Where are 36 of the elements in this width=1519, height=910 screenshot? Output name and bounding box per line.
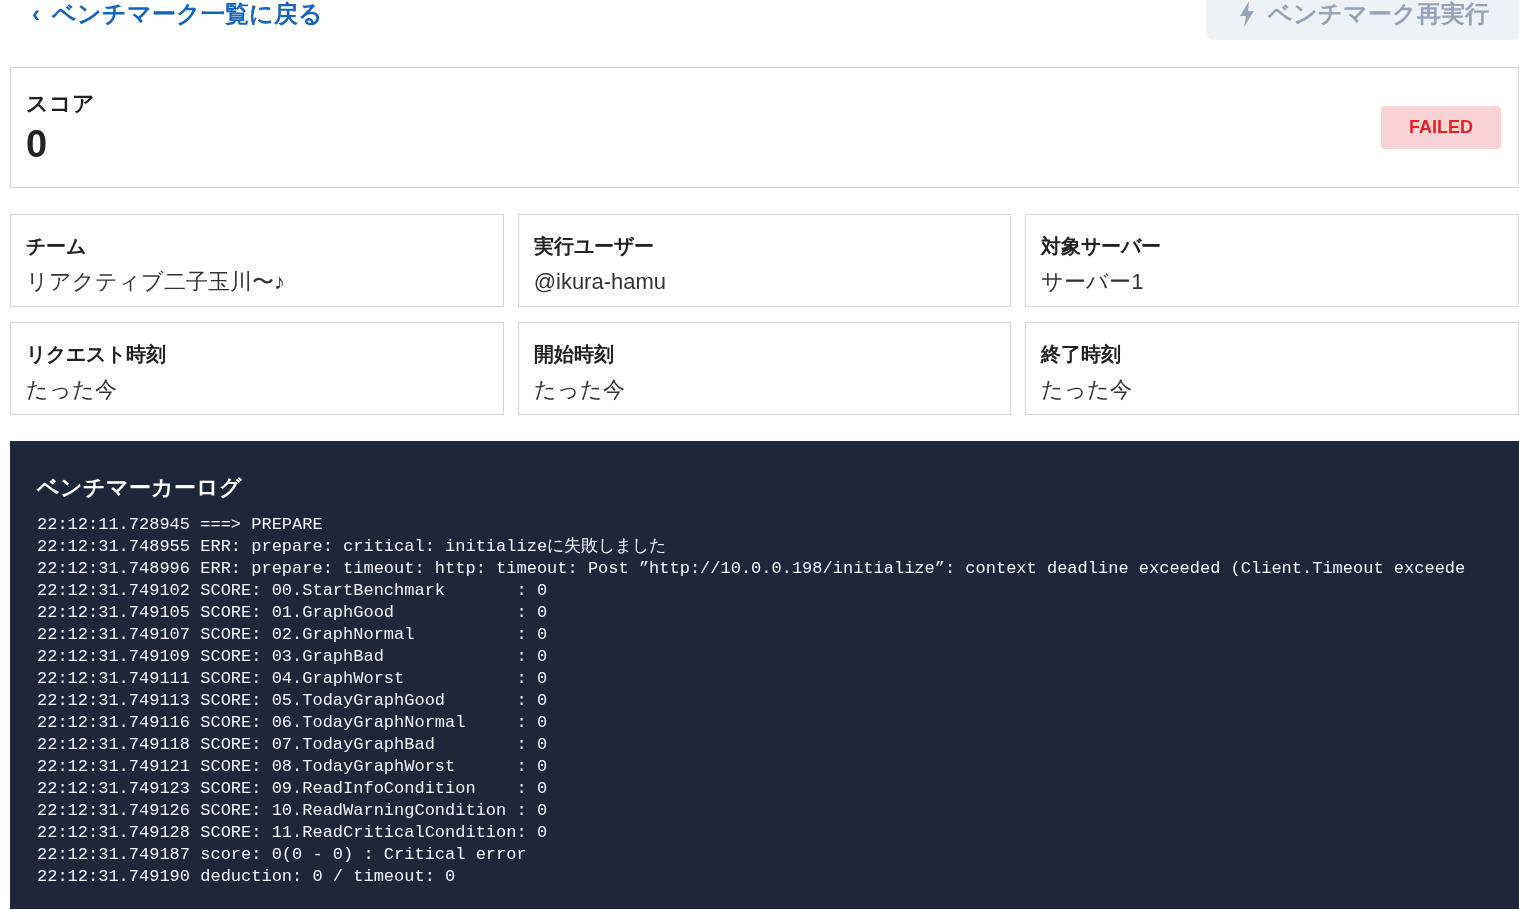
- log-line: 22:12:31.749105 SCORE: 01.GraphGood : 0: [37, 602, 548, 624]
- log-line: 22:12:31.748955 ERR: prepare: critical: initializeに失敗しました: [37, 536, 667, 558]
- lightning-icon: [1238, 1, 1256, 27]
- info-label: リクエスト時刻: [26, 342, 167, 367]
- info-label: チーム: [26, 234, 87, 259]
- info-value: たった今: [26, 376, 118, 404]
- log-line: 22:12:31.749190 deduction: 0 / timeout: 0: [37, 866, 456, 888]
- log-line: 22:12:31.749102 SCORE: 00.StartBenchmark : 0: [37, 580, 548, 602]
- log-line: 22:12:31.749121 SCORE: 08.TodayGraphWorst : 0: [37, 756, 548, 778]
- info-label: 開始時刻: [533, 342, 615, 367]
- info-label: 実行ユーザー: [533, 234, 655, 259]
- score-value: 0: [26, 122, 49, 167]
- info-value: サーバー1: [1041, 268, 1145, 296]
- log-line: 22:12:31.749107 SCORE: 02.GraphNormal : 0: [37, 624, 548, 646]
- chevron-left-icon: ‹: [32, 0, 40, 32]
- log-line: 22:12:31.749111 SCORE: 04.GraphWorst : 0: [37, 668, 548, 690]
- back-link[interactable]: ‹ ベンチマーク一覧に戻る: [32, 0, 323, 32]
- info-label: 対象サーバー: [1041, 234, 1163, 259]
- log-line: 22:12:31.749113 SCORE: 05.TodayGraphGood : 0: [37, 690, 548, 712]
- log-line: 22:12:31.748996 ERR: prepare: timeout: http: timeout: Post ”http://10.0.0.198/initialize”: context deadline exceeded (Client.Timeout exceede: [37, 558, 1466, 580]
- info-value: @ikura-hamu: [533, 268, 668, 296]
- log-title: ベンチマーカーログ: [37, 474, 243, 502]
- info-label: 終了時刻: [1041, 342, 1123, 367]
- log-line: 22:12:31.749126 SCORE: 10.ReadWarningCondition : 0: [37, 800, 548, 822]
- info-value: リアクティブ二子玉川〜♪: [26, 268, 286, 296]
- log-line: 22:12:11.728945 ===> PREPARE: [37, 514, 323, 536]
- log-line: 22:12:31.749109 SCORE: 03.GraphBad : 0: [37, 646, 548, 668]
- log-line: 22:12:31.749118 SCORE: 07.TodayGraphBad : 0: [37, 734, 548, 756]
- log-line: 22:12:31.749187 score: 0(0 - 0) : Critical error: [37, 844, 527, 866]
- info-value: たった今: [533, 376, 626, 404]
- score-label: スコア: [26, 90, 95, 118]
- status-badge: FAILED: [1381, 106, 1501, 149]
- log-line: 22:12:31.749116 SCORE: 06.TodayGraphNormal : 0: [37, 712, 548, 734]
- log-line: 22:12:31.749128 SCORE: 11.ReadCriticalCondition: 0: [37, 822, 548, 844]
- info-value: たった今: [1041, 376, 1134, 404]
- log-line: 22:12:31.749123 SCORE: 09.ReadInfoCondition : 0: [37, 778, 548, 800]
